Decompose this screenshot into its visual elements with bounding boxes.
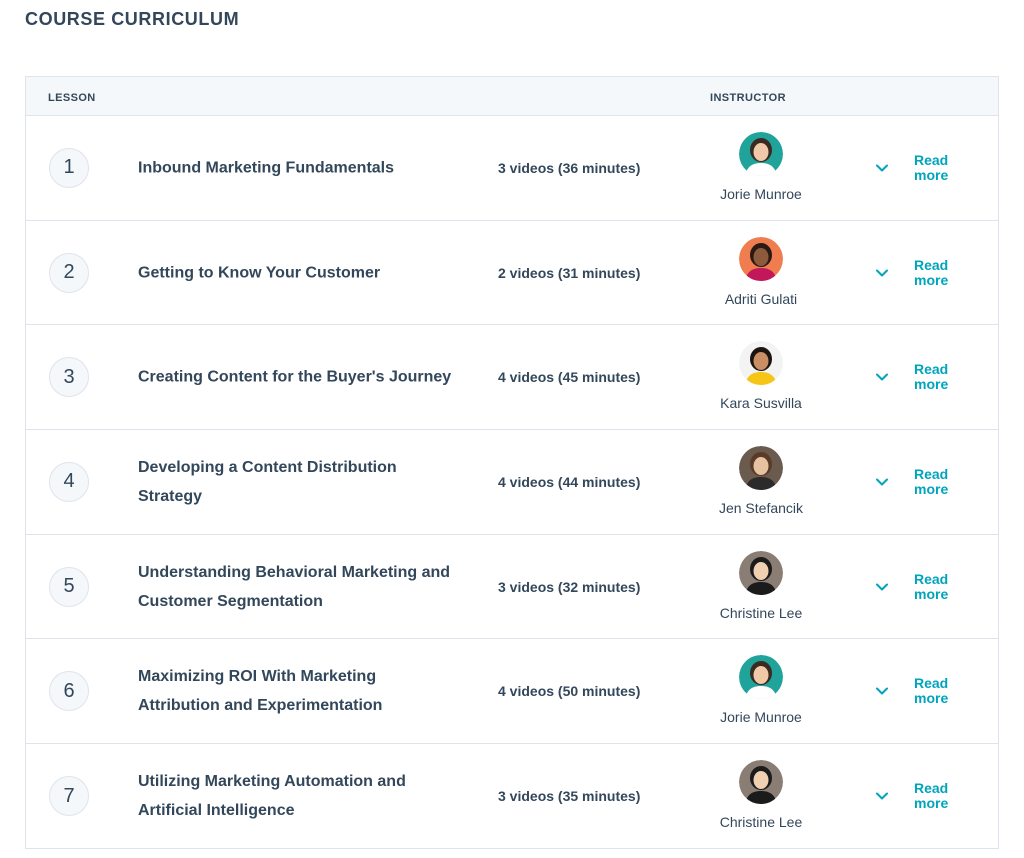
read-more-link[interactable]: Read more xyxy=(914,152,964,183)
chevron-down-icon[interactable] xyxy=(875,370,889,384)
avatar-icon xyxy=(739,341,783,386)
read-more-link[interactable]: Read more xyxy=(914,571,964,602)
instructor-name: Christine Lee xyxy=(719,604,803,621)
instructor: Jen Stefancik xyxy=(686,446,836,516)
instructor: Kara Susvilla xyxy=(686,341,836,411)
lesson-row-7[interactable]: 7 Utilizing Marketing Automation and Art… xyxy=(26,744,998,849)
avatar-icon xyxy=(739,236,783,281)
chevron-down-icon[interactable] xyxy=(875,161,889,175)
lesson-number-badge: 2 xyxy=(49,252,89,293)
avatar-icon xyxy=(739,446,783,491)
page-title: COURSE CURRICULUM xyxy=(25,9,240,29)
avatar-icon xyxy=(739,550,783,595)
read-more-link[interactable]: Read more xyxy=(914,781,964,811)
instructor-name: Adriti Gulati xyxy=(724,290,798,307)
read-more-link[interactable]: Read more xyxy=(914,362,964,392)
lesson-row-3[interactable]: 3 Creating Content for the Buyer's Journ… xyxy=(26,325,998,431)
read-more-link[interactable]: Read more xyxy=(914,676,964,706)
chevron-down-icon[interactable] xyxy=(875,266,889,280)
lesson-duration: 3 videos (35 minutes) xyxy=(498,788,641,805)
lesson-number-badge: 5 xyxy=(49,566,89,607)
lesson-row-1[interactable]: 1 Inbound Marketing Fundamentals 3 video… xyxy=(26,116,998,221)
avatar-icon xyxy=(739,760,783,805)
lesson-title: Developing a Content Distribution Strate… xyxy=(138,458,397,505)
instructor: Christine Lee xyxy=(686,550,836,621)
lesson-title: Utilizing Marketing Automation and Artif… xyxy=(138,773,406,820)
lesson-title: Inbound Marketing Fundamentals xyxy=(138,159,395,177)
column-header-instructor: INSTRUCTOR xyxy=(710,92,786,104)
lesson-number-badge: 3 xyxy=(49,357,89,398)
lesson-row-4[interactable]: 4 Developing a Content Distribution Stra… xyxy=(26,430,998,535)
lesson-number-badge: 6 xyxy=(49,671,89,712)
lesson-duration: 2 videos (31 minutes) xyxy=(498,264,641,281)
instructor-name: Jen Stefancik xyxy=(718,500,804,517)
instructor: Adriti Gulati xyxy=(686,236,836,307)
lesson-duration: 4 videos (44 minutes) xyxy=(498,473,641,490)
curriculum-table: LESSON INSTRUCTOR 1 Inbound Marketing Fu… xyxy=(25,76,999,849)
avatar-icon xyxy=(739,132,783,176)
lesson-row-6[interactable]: 6 Maximizing ROI With Marketing Attribut… xyxy=(26,639,998,745)
chevron-down-icon[interactable] xyxy=(875,684,889,698)
lesson-title: Creating Content for the Buyer's Journey xyxy=(138,368,452,386)
lesson-row-2[interactable]: 2 Getting to Know Your Customer 2 videos… xyxy=(26,221,998,326)
chevron-down-icon[interactable] xyxy=(875,475,889,489)
avatar-icon xyxy=(739,655,783,700)
instructor-name: Kara Susvilla xyxy=(720,395,802,412)
lesson-number-badge: 7 xyxy=(49,776,89,817)
column-header-lesson: LESSON xyxy=(48,92,96,104)
lesson-row-5[interactable]: 5 Understanding Behavioral Marketing and… xyxy=(26,535,998,640)
chevron-down-icon[interactable] xyxy=(875,789,889,803)
lesson-title: Understanding Behavioral Marketing and C… xyxy=(138,563,451,610)
lesson-duration: 3 videos (36 minutes) xyxy=(498,159,641,176)
lesson-number-badge: 4 xyxy=(49,461,89,502)
lesson-duration: 3 videos (32 minutes) xyxy=(498,578,641,595)
chevron-down-icon[interactable] xyxy=(875,580,889,594)
read-more-link[interactable]: Read more xyxy=(914,466,964,497)
instructor-name: Jorie Munroe xyxy=(720,186,802,202)
instructor: Jorie Munroe xyxy=(686,132,836,202)
instructor: Jorie Munroe xyxy=(686,655,836,725)
instructor-name: Jorie Munroe xyxy=(720,709,802,726)
instructor: Christine Lee xyxy=(686,760,836,830)
lesson-list: 1 Inbound Marketing Fundamentals 3 video… xyxy=(26,116,998,849)
lesson-duration: 4 videos (50 minutes) xyxy=(498,683,641,700)
read-more-link[interactable]: Read more xyxy=(914,257,964,288)
table-header: LESSON INSTRUCTOR xyxy=(26,77,998,116)
instructor-name: Christine Lee xyxy=(719,814,803,831)
lesson-title: Getting to Know Your Customer xyxy=(138,264,381,282)
lesson-title: Maximizing ROI With Marketing Attributio… xyxy=(138,668,383,715)
lesson-number-badge: 1 xyxy=(49,147,89,188)
lesson-duration: 4 videos (45 minutes) xyxy=(498,369,641,386)
